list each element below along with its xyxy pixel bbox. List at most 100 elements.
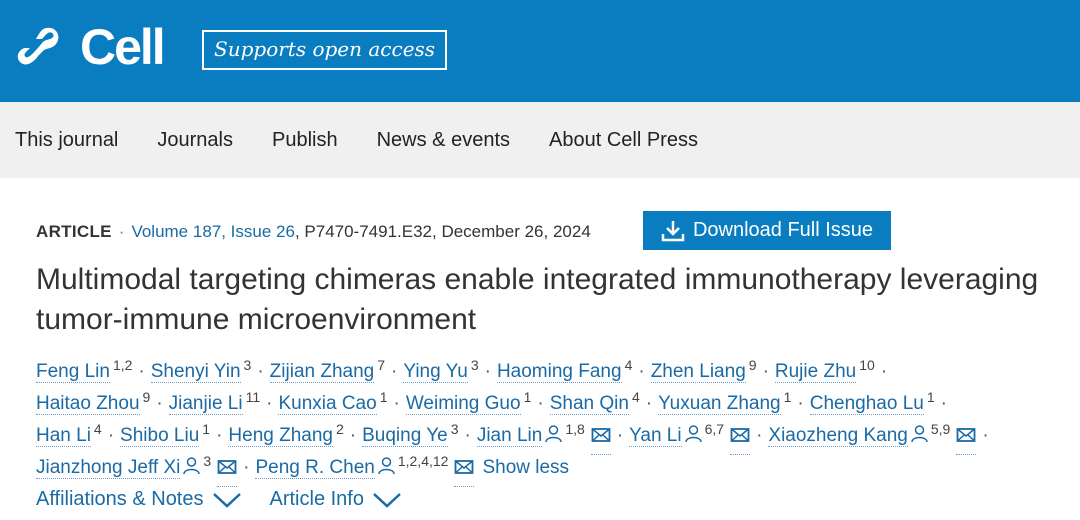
brand-name: Cell bbox=[80, 19, 166, 75]
separator: · bbox=[216, 425, 223, 446]
site-header: Cell Supports open access bbox=[0, 0, 1080, 102]
author-link[interactable]: Haitao Zhou bbox=[36, 393, 140, 415]
author-link[interactable]: Yan Li bbox=[629, 425, 682, 447]
article-meta: ARTICLE · Volume 187, Issue 26 , P7470-7… bbox=[36, 222, 591, 242]
author-link[interactable]: Zijian Zhang bbox=[269, 361, 375, 383]
article-type: ARTICLE bbox=[36, 222, 112, 241]
pages-date: , P7470-7491.E32, December 26, 2024 bbox=[294, 222, 591, 241]
separator: · bbox=[880, 361, 888, 382]
author-link[interactable]: Jianjie Li bbox=[168, 393, 243, 415]
download-full-issue-button[interactable]: Download Full Issue bbox=[643, 211, 891, 250]
nav-publish[interactable]: Publish bbox=[272, 129, 338, 152]
separator: · bbox=[638, 361, 645, 382]
article-title: Multimodal targeting chimeras enable int… bbox=[36, 263, 1039, 336]
email-icon[interactable] bbox=[730, 422, 751, 455]
email-icon[interactable] bbox=[956, 422, 977, 455]
separator: · bbox=[756, 425, 763, 446]
author-affiliation: 5,9 bbox=[930, 421, 951, 437]
author-link[interactable]: Ying Yu bbox=[403, 361, 468, 383]
author-affiliation: 1,8 bbox=[565, 421, 585, 437]
download-icon bbox=[661, 220, 685, 241]
author-affiliation: 1 bbox=[523, 389, 532, 405]
author-affiliation: 1,2 bbox=[112, 357, 133, 373]
author-affiliation: 1 bbox=[926, 389, 935, 405]
author-affiliation: 1 bbox=[783, 389, 792, 405]
author-affiliation: 6,7 bbox=[704, 421, 725, 437]
separator: · bbox=[107, 425, 115, 446]
author-affiliation: 2 bbox=[335, 421, 344, 437]
download-label: Download Full Issue bbox=[692, 219, 874, 241]
separator: · bbox=[156, 393, 163, 414]
author-row: Feng Lin 1,2 · Shenyi Yin 3 · Zijian Zhang 7 · Yi… bbox=[36, 349, 995, 383]
author-affiliation: 3 bbox=[243, 357, 252, 373]
author-link[interactable]: Han Li bbox=[36, 425, 91, 447]
chevron-down-icon bbox=[373, 492, 401, 508]
author-link[interactable]: Shibo Liu bbox=[120, 425, 200, 447]
separator: · bbox=[138, 361, 145, 382]
nav-journals[interactable]: Journals bbox=[157, 129, 233, 152]
separator: · bbox=[797, 393, 804, 414]
cell-logo-icon bbox=[17, 27, 59, 65]
author-row: Haitao Zhou 9 · Jianjie Li 11 · Kunxia Cao 1 · We… bbox=[36, 381, 995, 415]
author-affiliation: 4 bbox=[631, 389, 640, 405]
show-less-link[interactable]: Show less bbox=[482, 457, 569, 478]
nav-news-events[interactable]: News & events bbox=[377, 129, 510, 152]
author-affiliation: 3 bbox=[470, 357, 479, 373]
author-link[interactable]: Buqing Ye bbox=[362, 425, 448, 447]
person-icon bbox=[378, 454, 395, 486]
person-icon bbox=[911, 422, 928, 454]
separator: · bbox=[391, 361, 398, 382]
author-affiliation: 4 bbox=[624, 357, 633, 373]
article-sections: Affiliations & Notes Article Info bbox=[36, 488, 402, 511]
author-link[interactable]: Peng R. Chen bbox=[255, 457, 375, 479]
author-link[interactable]: Feng Lin bbox=[36, 361, 110, 383]
email-icon[interactable] bbox=[217, 454, 238, 487]
author-link[interactable]: Yuxuan Zhang bbox=[658, 393, 781, 415]
separator: · bbox=[243, 457, 250, 478]
separator: · bbox=[762, 361, 769, 382]
author-link[interactable]: Shan Qin bbox=[549, 393, 629, 415]
author-affiliation: 10 bbox=[859, 357, 875, 373]
separator: · bbox=[537, 393, 544, 414]
nav-this-journal[interactable]: This journal bbox=[15, 129, 118, 152]
author-affiliation: 3 bbox=[450, 421, 459, 437]
affiliations-notes-toggle[interactable]: Affiliations & Notes bbox=[36, 488, 242, 511]
email-icon[interactable] bbox=[590, 422, 611, 455]
author-affiliation: 9 bbox=[748, 357, 757, 373]
separator: · bbox=[464, 425, 471, 446]
separator: · bbox=[349, 425, 357, 446]
main-nav: This journal Journals Publish News & eve… bbox=[0, 102, 1080, 178]
author-link[interactable]: Heng Zhang bbox=[228, 425, 333, 447]
cell-logo[interactable]: Cell bbox=[16, 19, 166, 75]
author-affiliation: 3 bbox=[203, 453, 212, 469]
author-affiliation: 1,2,4,12 bbox=[397, 453, 449, 469]
separator: · bbox=[616, 425, 624, 446]
author-affiliation: 1 bbox=[379, 389, 388, 405]
author-link[interactable]: Rujie Zhu bbox=[774, 361, 857, 383]
article-info-label: Article Info bbox=[269, 488, 364, 510]
separator: · bbox=[393, 393, 400, 414]
author-link[interactable]: Jian Lin bbox=[476, 425, 543, 447]
nav-about-cell-press[interactable]: About Cell Press bbox=[549, 129, 698, 152]
author-link[interactable]: Haoming Fang bbox=[496, 361, 622, 383]
author-link[interactable]: Chenghao Lu bbox=[809, 393, 924, 415]
separator: · bbox=[266, 393, 273, 414]
author-list: Feng Lin 1,2 · Shenyi Yin 3 · Zijian Zhang 7 · Yi… bbox=[36, 349, 995, 487]
author-link[interactable]: Xiaozheng Kang bbox=[768, 425, 908, 447]
open-access-badge[interactable]: Supports open access bbox=[202, 30, 448, 70]
separator: · bbox=[118, 222, 125, 241]
author-link[interactable]: Kunxia Cao bbox=[278, 393, 377, 415]
author-link[interactable]: Weiming Guo bbox=[405, 393, 521, 415]
person-icon bbox=[684, 422, 702, 454]
author-link[interactable]: Shenyi Yin bbox=[150, 361, 241, 383]
person-icon bbox=[183, 454, 201, 486]
separator: · bbox=[645, 393, 653, 414]
volume-issue-link[interactable]: Volume 187, Issue 26 bbox=[131, 222, 295, 242]
separator: · bbox=[940, 393, 947, 414]
article-info-toggle[interactable]: Article Info bbox=[270, 488, 402, 511]
email-icon[interactable] bbox=[454, 454, 475, 487]
author-affiliation: 1 bbox=[202, 421, 211, 437]
author-link[interactable]: Zhen Liang bbox=[650, 361, 746, 383]
author-link[interactable]: Jianzhong Jeff Xi bbox=[36, 457, 181, 479]
separator: · bbox=[257, 361, 264, 382]
